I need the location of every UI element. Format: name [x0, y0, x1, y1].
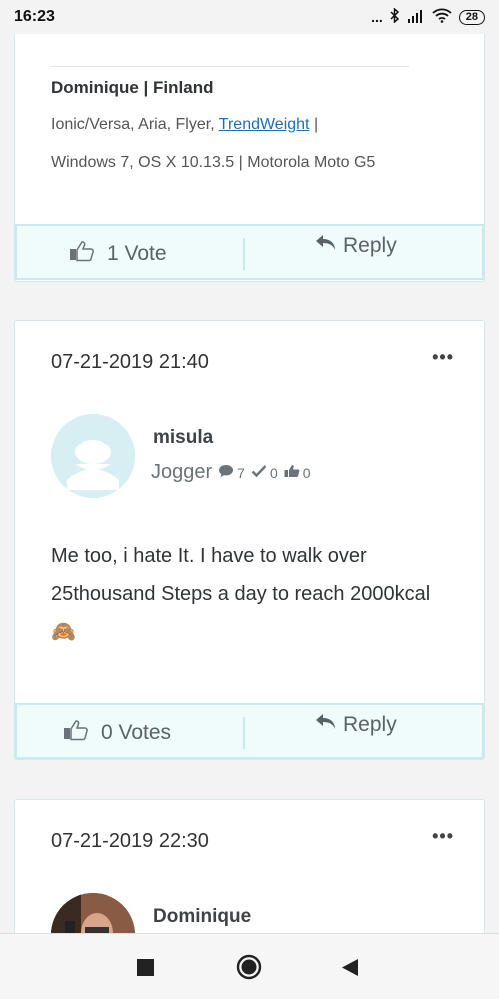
vote-count: 1 Vote	[107, 242, 167, 265]
wifi-icon	[432, 8, 452, 26]
thumbs-up-small-icon	[284, 464, 300, 481]
avatar[interactable]	[51, 414, 135, 498]
signature-divider	[51, 66, 409, 67]
signature-devices: Ionic/Versa, Aria, Flyer, TrendWeight |	[51, 116, 318, 134]
bluetooth-icon	[390, 7, 400, 26]
reply-button[interactable]: Reply	[315, 713, 397, 737]
speech-bubble-icon	[218, 464, 234, 481]
post-date: 07-21-2019 22:30	[51, 830, 209, 852]
more-options-button[interactable]: •••	[432, 347, 454, 368]
trendweight-link[interactable]: TrendWeight	[219, 116, 310, 133]
messages-count: 7	[237, 464, 245, 481]
solutions-stat: 0	[251, 464, 278, 481]
vote-count: 0 Votes	[101, 721, 172, 744]
reply-label: Reply	[343, 713, 397, 736]
recents-square-icon[interactable]	[137, 959, 154, 981]
author-rank-line: Jogger 7 0 0	[151, 461, 311, 484]
vote-button[interactable]: 1 Vote	[69, 240, 167, 268]
author-rank: Jogger	[151, 461, 213, 483]
more-options-button[interactable]: •••	[432, 826, 454, 847]
home-circle-icon[interactable]	[236, 954, 262, 985]
more-dots-icon: ...	[371, 9, 383, 25]
status-icons: ... 28	[371, 7, 485, 26]
signal-icon	[407, 9, 425, 26]
vote-separator	[243, 238, 245, 270]
reply-label: Reply	[343, 234, 397, 257]
post-body: Me too, i hate It. I have to walk over 2…	[51, 545, 431, 643]
post-card: 07-21-2019 21:40 ••• misula Jogger 7 0 0…	[14, 320, 485, 760]
post-card-previous: Dominique | Finland Ionic/Versa, Aria, F…	[14, 20, 485, 282]
messages-stat: 7	[218, 464, 245, 481]
battery-indicator: 28	[458, 9, 485, 25]
signature-systems: Windows 7, OS X 10.13.5 | Motorola Moto …	[51, 154, 376, 171]
thumbs-up-icon	[69, 240, 95, 268]
kudos-count: 0	[302, 464, 311, 481]
post-date: 07-21-2019 21:40	[51, 351, 209, 373]
thumbs-up-icon	[63, 719, 89, 747]
reply-arrow-icon	[315, 713, 337, 737]
signature-name: Dominique | Finland	[51, 78, 214, 97]
vote-button[interactable]: 0 Votes	[63, 719, 171, 747]
vote-bar: 1 Vote Reply	[15, 224, 484, 280]
vote-bar: 0 Votes Reply	[15, 703, 484, 759]
back-triangle-icon[interactable]	[341, 958, 359, 982]
author-name[interactable]: Dominique	[153, 906, 251, 928]
reply-arrow-icon	[315, 234, 337, 258]
author-name[interactable]: misula	[153, 427, 213, 449]
reply-button[interactable]: Reply	[315, 234, 397, 258]
status-bar: 16:23 ... 28	[0, 0, 499, 34]
solutions-count: 0	[269, 464, 278, 481]
system-nav-bar	[0, 933, 499, 999]
signature-separator: |	[309, 116, 319, 133]
vote-separator	[243, 717, 245, 749]
checkmark-icon	[251, 464, 267, 481]
status-time: 16:23	[14, 8, 55, 25]
signature-devices-text: Ionic/Versa, Aria, Flyer,	[51, 116, 219, 133]
kudos-stat: 0	[284, 464, 311, 481]
